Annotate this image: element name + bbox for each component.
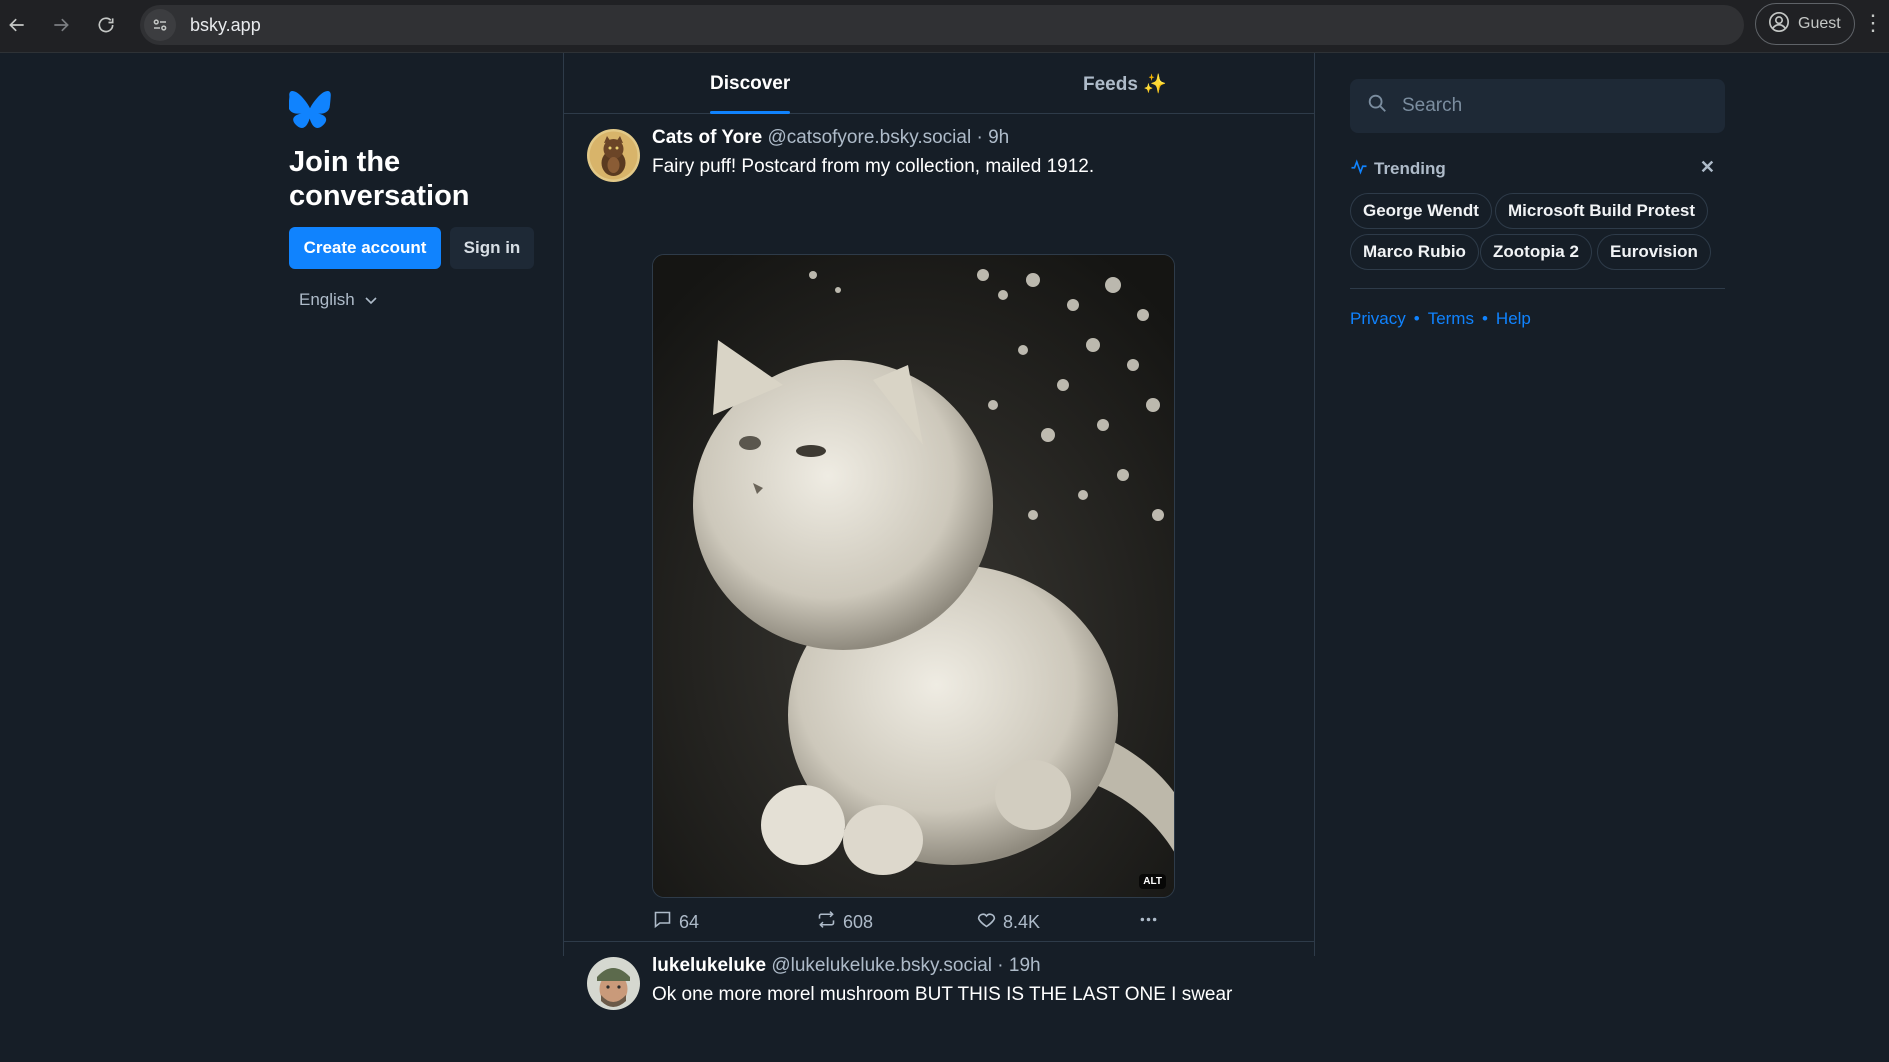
close-icon[interactable]: ✕ [1700, 157, 1715, 178]
trending-icon [1350, 158, 1368, 181]
reply-button[interactable]: 64 [652, 909, 699, 935]
divider [1350, 288, 1725, 289]
post-text: Ok one more morel mushroom BUT THIS IS T… [652, 984, 1233, 1005]
back-icon[interactable] [3, 11, 31, 39]
post-actions: 64 608 8.4K [652, 909, 1192, 939]
trending-chip[interactable]: Microsoft Build Protest [1495, 193, 1709, 229]
trending-header: Trending ✕ [1350, 157, 1725, 181]
help-link[interactable]: Help [1496, 309, 1531, 329]
tab-feeds-label: Feeds ✨ [1083, 73, 1167, 95]
tab-discover[interactable]: Discover [710, 53, 791, 114]
post-handle[interactable]: @lukelukeluke.bsky.social · 19h [771, 955, 1040, 976]
site-info-icon[interactable] [144, 9, 176, 41]
trending-label: Trending [1374, 159, 1446, 178]
like-button[interactable]: 8.4K [976, 909, 1040, 935]
tab-feeds[interactable]: Feeds ✨ [1083, 53, 1167, 114]
footer-links: Privacy • Terms • Help [1350, 309, 1531, 329]
address-bar[interactable]: bsky.app [140, 5, 1744, 45]
sign-in-button[interactable]: Sign in [450, 227, 534, 269]
profile-label: Guest [1798, 15, 1841, 32]
search-placeholder: Search [1402, 95, 1463, 116]
post-author[interactable]: Cats of Yore [652, 127, 762, 148]
trending-chip[interactable]: Marco Rubio [1350, 234, 1479, 270]
post-header: lukelukeluke @lukelukeluke.bsky.social ·… [652, 955, 1041, 977]
search-icon [1366, 92, 1388, 120]
separator-dot: • [1413, 309, 1420, 328]
create-account-button[interactable]: Create account [289, 227, 441, 269]
reload-icon[interactable] [92, 11, 120, 39]
privacy-link[interactable]: Privacy [1350, 309, 1406, 329]
feed-post[interactable]: lukelukeluke @lukelukeluke.bsky.social ·… [564, 942, 1314, 1062]
url-text: bsky.app [190, 14, 261, 35]
avatar[interactable] [587, 957, 640, 1010]
trending-chip[interactable]: Eurovision [1597, 234, 1711, 270]
like-count: 8.4K [1003, 911, 1041, 932]
language-label: English [299, 290, 355, 309]
main-feed: Discover Feeds ✨ Cats of Yore @catsofyor… [563, 53, 1315, 1010]
repost-button[interactable]: 608 [816, 909, 873, 935]
account-circle-icon [1768, 11, 1790, 38]
profile-button[interactable]: Guest [1755, 3, 1855, 45]
search-input[interactable]: Search [1350, 79, 1725, 133]
reply-icon [652, 909, 673, 935]
avatar[interactable] [587, 129, 640, 182]
terms-link[interactable]: Terms [1428, 309, 1474, 329]
heart-icon [976, 909, 997, 935]
language-select[interactable]: English [299, 290, 377, 310]
post-author[interactable]: lukelukeluke [652, 955, 766, 976]
browser-toolbar: bsky.app Guest ⋮ [0, 0, 1889, 53]
post-text: Fairy puff! Postcard from my collection,… [652, 156, 1095, 177]
alt-badge[interactable]: ALT [1139, 874, 1166, 889]
join-heading: Join the conversation [289, 146, 470, 212]
chevron-down-icon [365, 290, 377, 310]
tab-discover-label: Discover [710, 72, 791, 94]
more-options-button[interactable] [1138, 909, 1159, 935]
feed-tabs: Discover Feeds ✨ [564, 53, 1314, 114]
post-header: Cats of Yore @catsofyore.bsky.social · 9… [652, 127, 1009, 149]
menu-kebab-icon[interactable]: ⋮ [1862, 12, 1884, 34]
trending-chip[interactable]: Zootopia 2 [1480, 234, 1592, 270]
repost-count: 608 [843, 911, 874, 932]
feed-post[interactable]: Cats of Yore @catsofyore.bsky.social · 9… [564, 114, 1314, 942]
separator-dot: • [1481, 309, 1488, 328]
post-handle[interactable]: @catsofyore.bsky.social · 9h [767, 127, 1009, 148]
reply-count: 64 [679, 911, 700, 932]
post-image[interactable]: ALT [652, 254, 1175, 898]
forward-icon[interactable] [47, 11, 75, 39]
bluesky-butterfly-icon[interactable] [288, 91, 331, 128]
trending-chip[interactable]: George Wendt [1350, 193, 1492, 229]
repost-icon [816, 909, 837, 935]
more-dots-icon [1138, 909, 1159, 935]
